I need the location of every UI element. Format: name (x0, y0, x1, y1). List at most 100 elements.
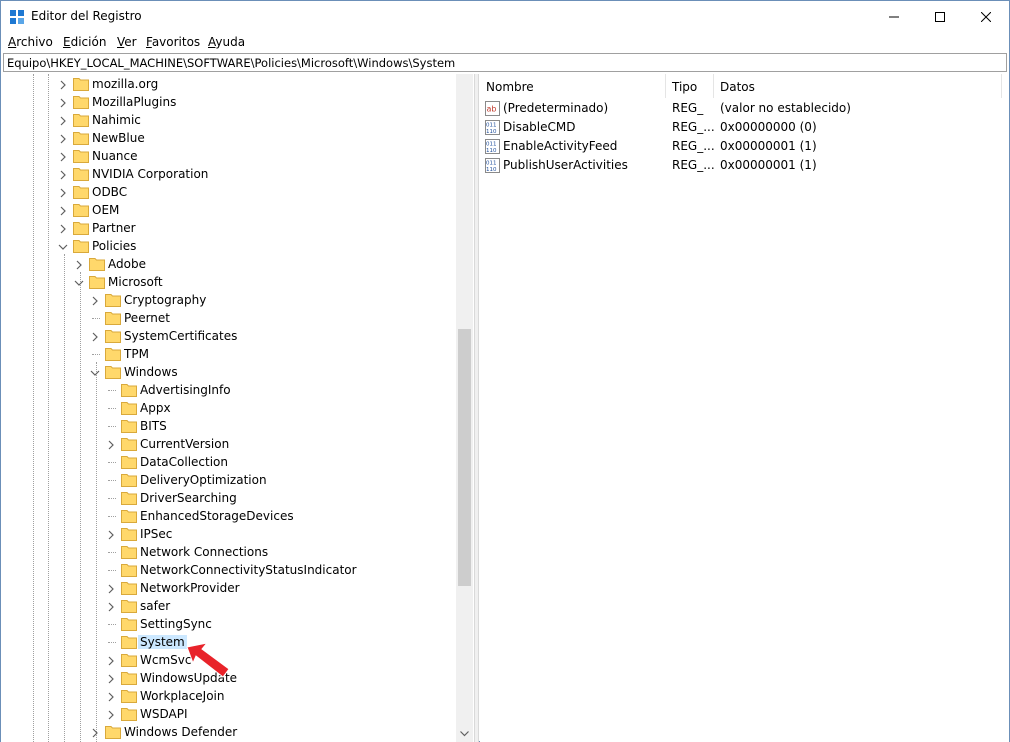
tree-node-label: WSDAPI (140, 707, 188, 721)
chevron-right-icon[interactable] (58, 187, 68, 198)
tree-node-newblue[interactable]: NewBlue (1, 129, 456, 147)
tree-node-tpm[interactable]: TPM (1, 345, 456, 363)
tree-node-appx[interactable]: Appx (1, 399, 456, 417)
folder-icon (73, 131, 89, 145)
tree-node-windows[interactable]: Windows (1, 363, 456, 381)
chevron-right-icon[interactable] (58, 97, 68, 108)
close-button[interactable] (963, 1, 1009, 32)
value-row[interactable]: 011 110 EnableActivityFeed REG_... 0x0000000… (480, 137, 1009, 156)
tree-node-network-connections[interactable]: Network Connections (1, 543, 456, 561)
chevron-right-icon[interactable] (106, 691, 116, 702)
chevron-right-icon[interactable] (58, 169, 68, 180)
tree-node-safer[interactable]: safer (1, 597, 456, 615)
tree-node-odbc[interactable]: ODBC (1, 183, 456, 201)
folder-icon (121, 617, 137, 631)
tree-node-deliveryoptimization[interactable]: DeliveryOptimization (1, 471, 456, 489)
chevron-down-icon[interactable] (74, 277, 84, 287)
scroll-down-button[interactable] (456, 725, 473, 742)
value-type: REG_... (672, 158, 715, 172)
tree-node-currentversion[interactable]: CurrentVersion (1, 435, 456, 453)
tree-node-driversearching[interactable]: DriverSearching (1, 489, 456, 507)
tree-node-windows-defender[interactable]: Windows Defender (1, 723, 456, 741)
tree-node-advertisinginfo[interactable]: AdvertisingInfo (1, 381, 456, 399)
value-data: 0x00000001 (1) (720, 158, 817, 172)
tree-node-networkconnectivitystatusindicator[interactable]: NetworkConnectivityStatusIndicator (1, 561, 456, 579)
tree-node-label: NewBlue (92, 131, 145, 145)
tree-node-systemcertificates[interactable]: SystemCertificates (1, 327, 456, 345)
svg-text:110: 110 (486, 167, 497, 173)
tree-node-datacollection[interactable]: DataCollection (1, 453, 456, 471)
tree-vertical-scrollbar[interactable] (456, 74, 473, 742)
tree-node-label: WorkplaceJoin (140, 689, 225, 703)
tree-node-cryptography[interactable]: Cryptography (1, 291, 456, 309)
tree-node-policies[interactable]: Policies (1, 237, 456, 255)
value-row[interactable]: ab (Predeterminado) REG_ (valor no establec… (480, 99, 1009, 118)
chevron-right-icon[interactable] (106, 673, 116, 684)
tree-node-partner[interactable]: Partner (1, 219, 456, 237)
tree-node-mozillaplugins[interactable]: MozillaPlugins (1, 93, 456, 111)
address-bar[interactable]: Equipo\HKEY_LOCAL_MACHINE\SOFTWARE\Polic… (3, 53, 1007, 72)
column-header-name[interactable]: Nombre (480, 74, 666, 98)
chevron-right-icon[interactable] (58, 79, 68, 90)
tree-node-nahimic[interactable]: Nahimic (1, 111, 456, 129)
tree-node-bits[interactable]: BITS (1, 417, 456, 435)
tree-node-adobe[interactable]: Adobe (1, 255, 456, 273)
tree-node-enhancedstoragedevices[interactable]: EnhancedStorageDevices (1, 507, 456, 525)
value-row[interactable]: 011 110 PublishUserActivities REG_... 0x0000… (480, 156, 1009, 175)
chevron-right-icon[interactable] (106, 655, 116, 666)
chevron-right-icon[interactable] (58, 223, 68, 234)
chevron-right-icon[interactable] (58, 151, 68, 162)
tree-node-label: EnhancedStorageDevices (140, 509, 294, 523)
pane-splitter[interactable] (474, 74, 479, 742)
menu-favoritos[interactable]: Favoritos (146, 35, 200, 49)
chevron-right-icon[interactable] (106, 583, 116, 594)
address-path[interactable]: Equipo\HKEY_LOCAL_MACHINE\SOFTWARE\Polic… (7, 56, 455, 70)
chevron-right-icon[interactable] (106, 529, 116, 540)
title-bar[interactable]: Editor del Registro (1, 1, 1009, 32)
tree-node-ipsec[interactable]: IPSec (1, 525, 456, 543)
chevron-right-icon[interactable] (106, 439, 116, 450)
chevron-right-icon[interactable] (90, 727, 100, 738)
chevron-right-icon[interactable] (74, 259, 84, 270)
chevron-right-icon[interactable] (58, 133, 68, 144)
menu-bar: Archivo Edición Ver Favoritos Ayuda (1, 32, 1009, 52)
chevron-down-icon[interactable] (90, 367, 100, 377)
column-header-type[interactable]: Tipo (666, 74, 714, 98)
menu-archivo[interactable]: Archivo (8, 35, 53, 49)
tree-node-peernet[interactable]: Peernet (1, 309, 456, 327)
menu-edicin[interactable]: Edición (63, 35, 106, 49)
tree-node-mozilla-org[interactable]: mozilla.org (1, 75, 456, 93)
value-type: REG_ (672, 101, 704, 115)
tree-node-microsoft[interactable]: Microsoft (1, 273, 456, 291)
chevron-right-icon[interactable] (58, 205, 68, 216)
tree-guide-line (108, 408, 116, 409)
tree-node-oem[interactable]: OEM (1, 201, 456, 219)
tree-node-nuance[interactable]: Nuance (1, 147, 456, 165)
tree-node-settingsync[interactable]: SettingSync (1, 615, 456, 633)
tree-node-nvidia-corporation[interactable]: NVIDIA Corporation (1, 165, 456, 183)
tree-node-networkprovider[interactable]: NetworkProvider (1, 579, 456, 597)
tree-guide-line (92, 354, 100, 355)
folder-icon (121, 401, 137, 415)
chevron-right-icon[interactable] (106, 601, 116, 612)
values-list[interactable]: Nombre Tipo Datos ab (Predeterminado) REG_… (480, 74, 1009, 742)
chevron-right-icon[interactable] (90, 331, 100, 342)
value-row[interactable]: 011 110 DisableCMD REG_... 0x00000000 (0) (480, 118, 1009, 137)
chevron-right-icon[interactable] (106, 709, 116, 720)
minimize-button[interactable] (871, 1, 917, 32)
tree-guide-line (108, 426, 116, 427)
chevron-right-icon[interactable] (58, 115, 68, 126)
scrollbar-thumb[interactable] (458, 329, 471, 586)
maximize-button[interactable] (917, 1, 963, 32)
tree-node-wsdapi[interactable]: WSDAPI (1, 705, 456, 723)
registry-tree[interactable]: mozilla.org MozillaPlugins Nahimic NewBlue N… (1, 74, 474, 742)
folder-icon (121, 707, 137, 721)
folder-icon (121, 671, 137, 685)
tree-node-workplacejoin[interactable]: WorkplaceJoin (1, 687, 456, 705)
menu-ver[interactable]: Ver (117, 35, 137, 49)
menu-ayuda[interactable]: Ayuda (208, 35, 245, 49)
chevron-right-icon[interactable] (90, 295, 100, 306)
tree-guide-line (108, 624, 116, 625)
chevron-down-icon[interactable] (58, 241, 68, 251)
column-header-data[interactable]: Datos (714, 74, 1002, 98)
